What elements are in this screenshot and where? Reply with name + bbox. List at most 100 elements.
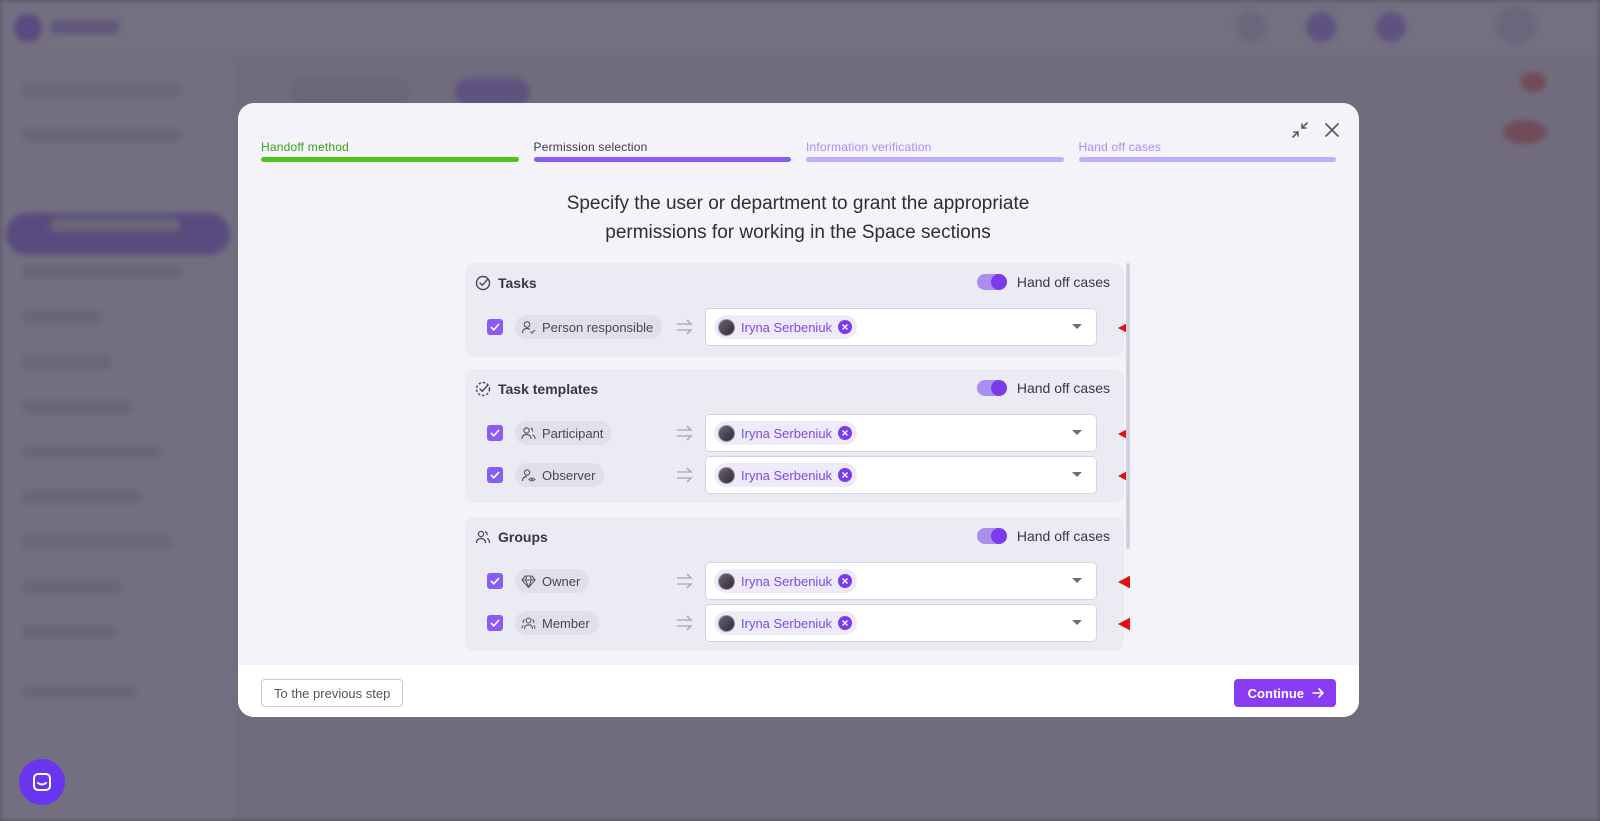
assignee-name: Iryna Serbeniuk: [741, 573, 833, 589]
close-icon: [842, 620, 849, 626]
role-label: Observer: [542, 467, 596, 483]
dashed-check-circle-icon: [475, 381, 491, 397]
toggle-label: Hand off cases: [1016, 380, 1110, 396]
hand-off-toggle[interactable]: [976, 380, 1007, 396]
checkmark-icon: [490, 429, 500, 437]
checkmark-icon: [490, 577, 500, 585]
arrow-right-icon: [1312, 688, 1324, 698]
section-task-templates: Task templates Hand off cases Participan…: [465, 369, 1130, 503]
continue-button[interactable]: Continue: [1233, 679, 1336, 707]
collapse-button[interactable]: [1289, 119, 1311, 141]
transfer-arrow-icon: [677, 615, 693, 631]
permission-row: Observer Iryna Serbeniuk: [465, 456, 1130, 494]
assignee-select[interactable]: Iryna Serbeniuk: [705, 604, 1130, 642]
assignee-select[interactable]: Iryna Serbeniuk: [705, 308, 1130, 346]
chevron-down-icon: [1072, 430, 1082, 435]
transfer-arrow-icon: [677, 425, 693, 441]
role-label: Person responsible: [542, 319, 654, 335]
step-progress-bar: [1078, 157, 1336, 162]
user-check-icon: [521, 320, 536, 334]
checkmark-icon: [490, 471, 500, 479]
close-icon: [1325, 123, 1339, 137]
hand-off-toggle-group: Hand off cases: [976, 274, 1110, 290]
role-chip: Person responsible: [515, 315, 663, 339]
toggle-knob: [990, 380, 1007, 396]
step-progress-bar: [261, 157, 519, 162]
hand-off-toggle-group: Hand off cases: [976, 380, 1110, 396]
user-avatar: [718, 572, 735, 590]
transfer-arrow-icon: [677, 319, 693, 335]
assignee-name: Iryna Serbeniuk: [741, 467, 833, 483]
step-permission-selection[interactable]: Permission selection: [533, 139, 791, 162]
hand-off-toggle[interactable]: [976, 274, 1007, 290]
stepper: Handoff method Permission selection Info…: [261, 139, 1336, 162]
assignee-name: Iryna Serbeniuk: [741, 425, 833, 441]
user-avatar: [718, 424, 735, 442]
assignee-select[interactable]: Iryna Serbeniuk: [705, 456, 1130, 494]
step-information-verification[interactable]: Information verification: [806, 139, 1064, 162]
step-label: Permission selection: [533, 140, 648, 154]
row-checkbox[interactable]: [487, 615, 503, 631]
assignee-tag: Iryna Serbeniuk: [714, 569, 858, 593]
toggle-label: Hand off cases: [1016, 528, 1110, 544]
assignee-select[interactable]: Iryna Serbeniuk: [705, 414, 1130, 452]
row-checkbox[interactable]: [487, 319, 503, 335]
group-icon: [475, 530, 491, 544]
role-chip: Member: [515, 611, 599, 635]
step-handoff-method[interactable]: Handoff method: [261, 139, 519, 162]
previous-step-button[interactable]: To the previous step: [261, 679, 404, 707]
section-groups: Groups Hand off cases Owner Iryna Serben…: [465, 517, 1130, 651]
row-checkbox[interactable]: [487, 425, 503, 441]
section-header: Groups: [475, 529, 548, 545]
remove-assignee-button[interactable]: [838, 468, 853, 482]
user-avatar: [718, 614, 735, 632]
modal-footer: To the previous step Continue: [238, 665, 1359, 717]
role-chip: Participant: [515, 421, 613, 445]
chat-launcher-button[interactable]: [19, 759, 65, 805]
transfer-arrow-icon: [677, 467, 693, 483]
assignee-name: Iryna Serbeniuk: [741, 615, 833, 631]
remove-assignee-button[interactable]: [838, 616, 853, 630]
modal-controls: [1289, 119, 1343, 141]
remove-assignee-button[interactable]: [838, 426, 853, 440]
users-icon: [521, 426, 536, 439]
chevron-down-icon: [1072, 620, 1082, 625]
assignee-tag: Iryna Serbeniuk: [714, 421, 858, 445]
annotation-arrow-icon: [1118, 575, 1130, 589]
user-avatar: [718, 466, 735, 484]
chevron-down-icon: [1072, 472, 1082, 477]
user-avatar: [718, 318, 735, 336]
toggle-knob: [990, 274, 1007, 290]
transfer-arrow-icon: [677, 573, 693, 589]
annotation-arrow-icon: [1118, 617, 1130, 631]
permission-modal: Handoff method Permission selection Info…: [238, 103, 1359, 717]
section-tasks: Tasks Hand off cases Person responsible: [465, 263, 1130, 357]
checkmark-icon: [490, 323, 500, 331]
collapse-icon: [1292, 122, 1308, 138]
section-title: Groups: [498, 529, 548, 545]
role-label: Participant: [542, 425, 604, 441]
section-title: Task templates: [498, 381, 599, 397]
section-title: Tasks: [498, 275, 537, 291]
close-icon: [842, 472, 849, 478]
section-header: Task templates: [475, 381, 598, 397]
role-chip: Owner: [515, 569, 590, 593]
step-hand-off-cases[interactable]: Hand off cases: [1078, 139, 1336, 162]
toggle-label: Hand off cases: [1016, 274, 1110, 290]
remove-assignee-button[interactable]: [838, 320, 853, 334]
user-eye-icon: [521, 468, 536, 482]
assignee-tag: Iryna Serbeniuk: [714, 611, 858, 635]
chevron-down-icon: [1072, 324, 1082, 329]
assignee-select[interactable]: Iryna Serbeniuk: [705, 562, 1130, 600]
remove-assignee-button[interactable]: [838, 574, 853, 588]
row-checkbox[interactable]: [487, 573, 503, 589]
sections-scrollbar[interactable]: [1126, 263, 1130, 549]
group-icon: [521, 617, 536, 629]
row-checkbox[interactable]: [487, 467, 503, 483]
close-button[interactable]: [1321, 119, 1343, 141]
step-label: Hand off cases: [1078, 140, 1162, 154]
hand-off-toggle[interactable]: [976, 528, 1007, 544]
role-label: Owner: [542, 573, 581, 589]
close-icon: [842, 324, 849, 330]
close-icon: [842, 430, 849, 436]
